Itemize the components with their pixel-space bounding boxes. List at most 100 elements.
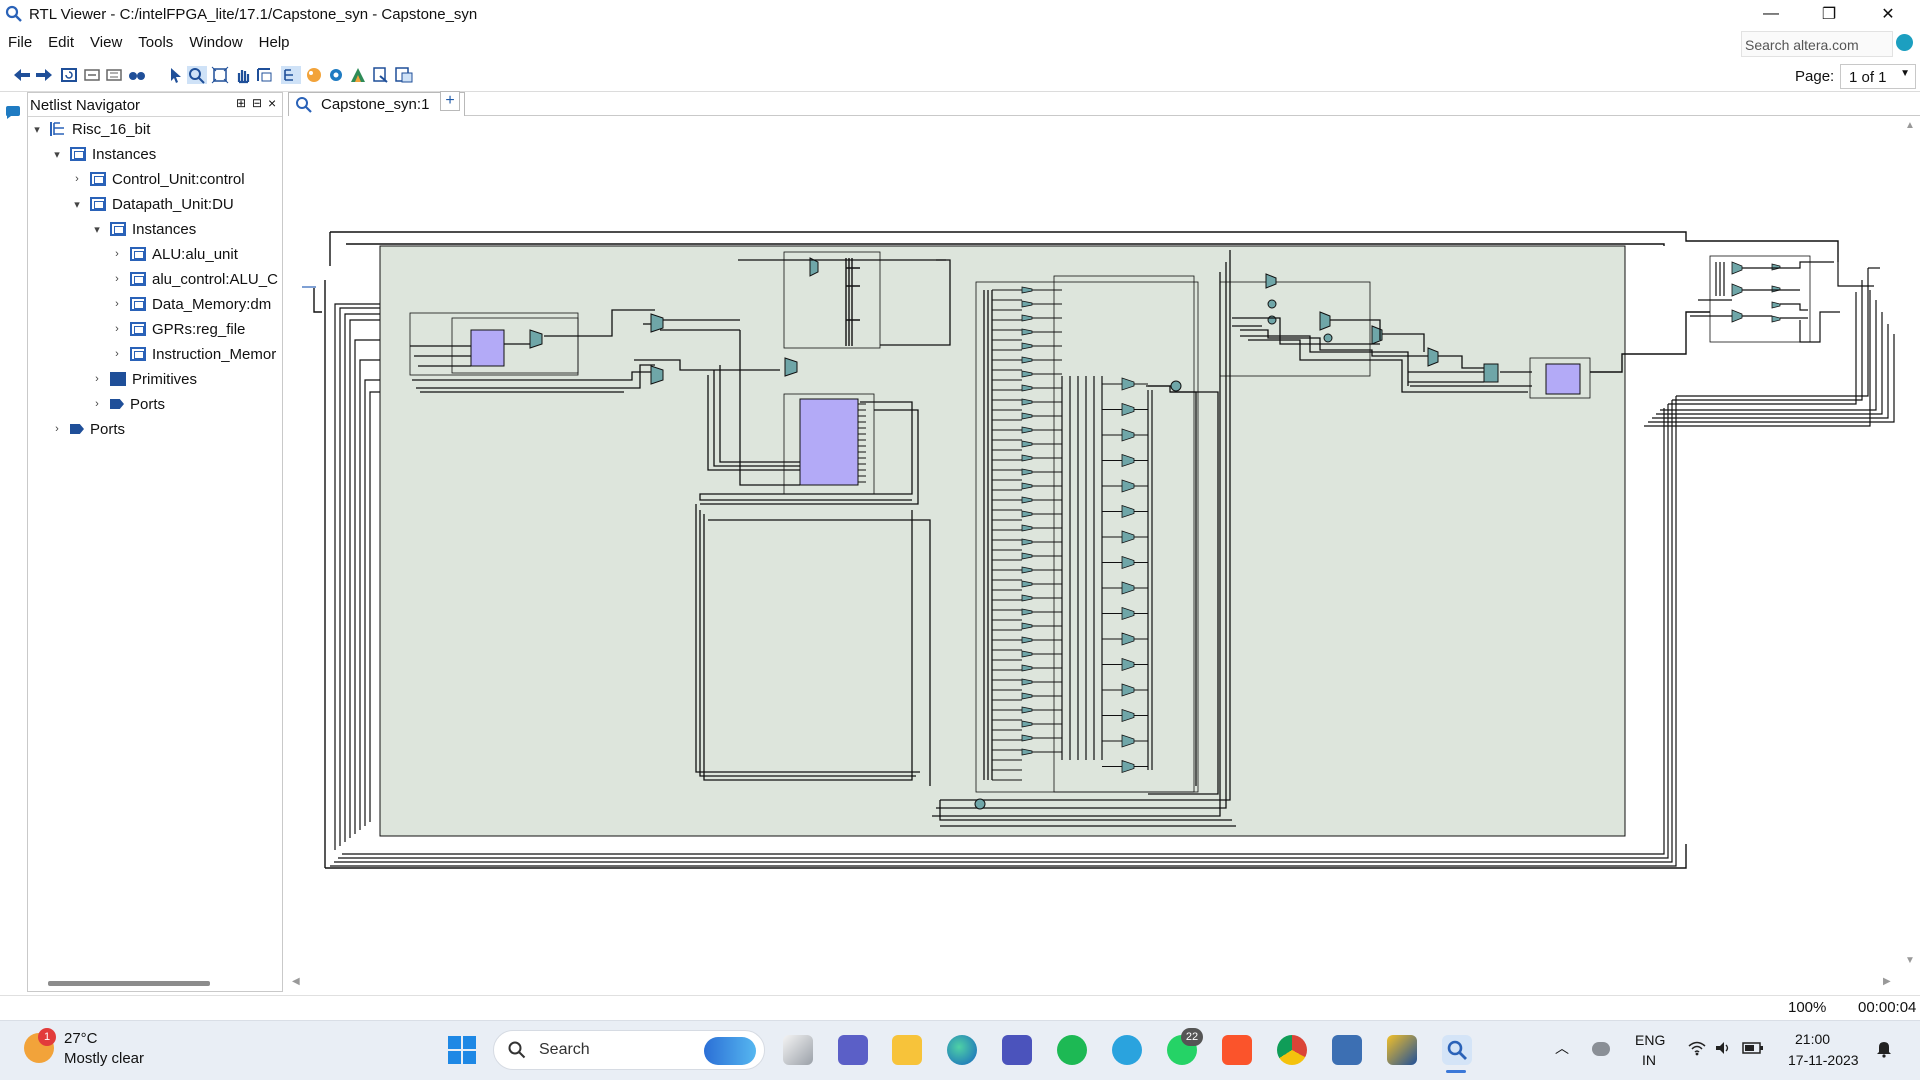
rtl-schematic[interactable] [288,117,1904,983]
find-icon[interactable] [127,66,147,84]
rtl-viewer-taskbar-icon[interactable] [1442,1035,1472,1065]
menu-help[interactable]: Help [251,34,298,51]
chevron-right-icon[interactable]: › [90,373,104,385]
control-unit-block[interactable] [1709,255,1811,343]
close-panel-icon[interactable]: × [268,95,276,111]
tree-node-gprs[interactable]: › GPRs:reg_file [110,317,245,341]
refresh-icon[interactable] [59,66,79,84]
wb-node[interactable] [1323,333,1333,343]
file-explorer-icon[interactable] [892,1035,922,1065]
tree-node-instances[interactable]: ▾ Instances [50,142,156,166]
alu-unit-block[interactable] [1545,363,1581,395]
menu-tools[interactable]: Tools [130,34,181,51]
settings-icon[interactable] [326,66,346,84]
alu-result-node[interactable] [1170,380,1182,392]
tree-node-instruction-memory[interactable]: › Instruction_Memor [110,342,276,366]
battery-icon[interactable] [1742,1041,1764,1055]
quartus-icon[interactable] [1387,1035,1417,1065]
mem-node[interactable] [1267,315,1277,325]
alu-zero-flag-node[interactable] [974,798,986,810]
clock-date[interactable]: 17-11-2023 [1788,1052,1859,1068]
netlist-icon[interactable] [348,66,368,84]
scroll-down-arrow-icon[interactable]: ▼ [1905,955,1915,966]
cu-gate[interactable] [1771,315,1781,323]
tree-node-alu-control[interactable]: › alu_control:ALU_C [110,267,278,291]
edge-icon[interactable] [947,1035,977,1065]
restore-button[interactable]: ❐ [1801,0,1857,28]
add-tab-button[interactable]: + [440,91,460,111]
minimize-button[interactable]: — [1743,0,1799,28]
cu-gate[interactable] [1771,285,1781,293]
collapse-icon[interactable] [82,66,102,84]
datapath-unit-block[interactable] [379,245,1626,837]
chevron-down-icon[interactable]: ▾ [90,223,104,236]
scroll-right-arrow-icon[interactable]: ▶ [1883,976,1891,987]
chevron-right-icon[interactable]: › [110,273,124,285]
teams-meet-icon[interactable] [838,1035,868,1065]
chevron-right-icon[interactable]: › [110,298,124,310]
tree-node-du-ports[interactable]: › Ports [90,392,165,416]
tab-capstone-syn[interactable]: Capstone_syn:1 [288,92,465,116]
tree-node-data-memory[interactable]: › Data_Memory:dm [110,292,271,316]
weather-description[interactable]: Mostly clear [64,1050,144,1067]
net-icon[interactable] [304,66,324,84]
brave-icon[interactable] [1222,1035,1252,1065]
schematic-canvas[interactable] [288,117,1904,983]
chevron-right-icon[interactable]: › [110,348,124,360]
region-indicator[interactable]: IN [1642,1052,1656,1068]
chevron-right-icon[interactable]: › [110,248,124,260]
cu-gate[interactable] [1771,263,1781,271]
task-view-icon[interactable] [783,1035,813,1065]
menu-view[interactable]: View [82,34,130,51]
fit-icon[interactable] [210,66,230,84]
spotify-icon[interactable] [1057,1035,1087,1065]
tree-node-alu-unit[interactable]: › ALU:alu_unit [110,242,238,266]
weather-temperature[interactable]: 27°C [64,1030,98,1047]
cu-gate[interactable] [1731,283,1743,297]
export-icon[interactable] [371,66,391,84]
zoom-icon[interactable] [187,66,207,84]
back-icon[interactable] [12,66,32,84]
tree-node-ports[interactable]: › Ports [50,417,125,441]
float-icon[interactable]: ⊟ [252,96,262,110]
pin-icon[interactable]: ⊞ [236,96,246,110]
navigator-horizontal-scrollbar[interactable] [48,981,210,986]
menu-file[interactable]: File [0,34,40,51]
close-button[interactable]: ✕ [1860,0,1916,28]
web-search-input[interactable]: Search altera.com [1741,31,1893,57]
forward-icon[interactable] [34,66,54,84]
chat-bubble-icon[interactable] [5,106,21,120]
wifi-icon[interactable] [1688,1040,1706,1056]
globe-icon[interactable] [1896,34,1913,51]
windows-start-icon[interactable] [447,1035,477,1065]
select-icon[interactable] [166,66,186,84]
cu-gate[interactable] [1771,301,1781,309]
menu-edit[interactable]: Edit [40,34,82,51]
taskbar-search-box[interactable]: Search [493,1030,765,1070]
scroll-left-arrow-icon[interactable]: ◀ [292,976,300,987]
tree-node-datapath-unit[interactable]: ▾ Datapath_Unit:DU [70,192,234,216]
language-indicator[interactable]: ENG [1635,1032,1665,1048]
virtualbox-icon[interactable] [1332,1035,1362,1065]
tree-node-risc-16-bit[interactable]: ▾ Risc_16_bit [30,117,150,141]
chevron-right-icon[interactable]: › [50,423,64,435]
gprs-register-file-block[interactable] [799,398,859,486]
mem-node[interactable] [1267,299,1277,309]
chrome-icon[interactable] [1277,1035,1307,1065]
volume-icon[interactable] [1714,1040,1732,1056]
onedrive-icon[interactable] [1592,1042,1610,1056]
chevron-down-icon[interactable]: ▾ [30,123,44,136]
menu-window[interactable]: Window [181,34,250,51]
chevron-down-icon[interactable]: ▾ [50,148,64,161]
teams-icon[interactable] [1002,1035,1032,1065]
chevron-right-icon[interactable]: › [90,398,104,410]
cu-gate[interactable] [1731,309,1743,323]
pc-register-block[interactable] [470,329,505,367]
tree-node-primitives[interactable]: › Primitives [90,367,197,391]
wb-register[interactable] [1483,363,1499,383]
hierarchy-icon[interactable] [281,66,301,84]
telegram-icon[interactable] [1112,1035,1142,1065]
page-select[interactable]: 1 of 1 ▼ [1840,64,1916,89]
expand-icon[interactable] [104,66,124,84]
clock-time[interactable]: 21:00 [1795,1031,1830,1047]
